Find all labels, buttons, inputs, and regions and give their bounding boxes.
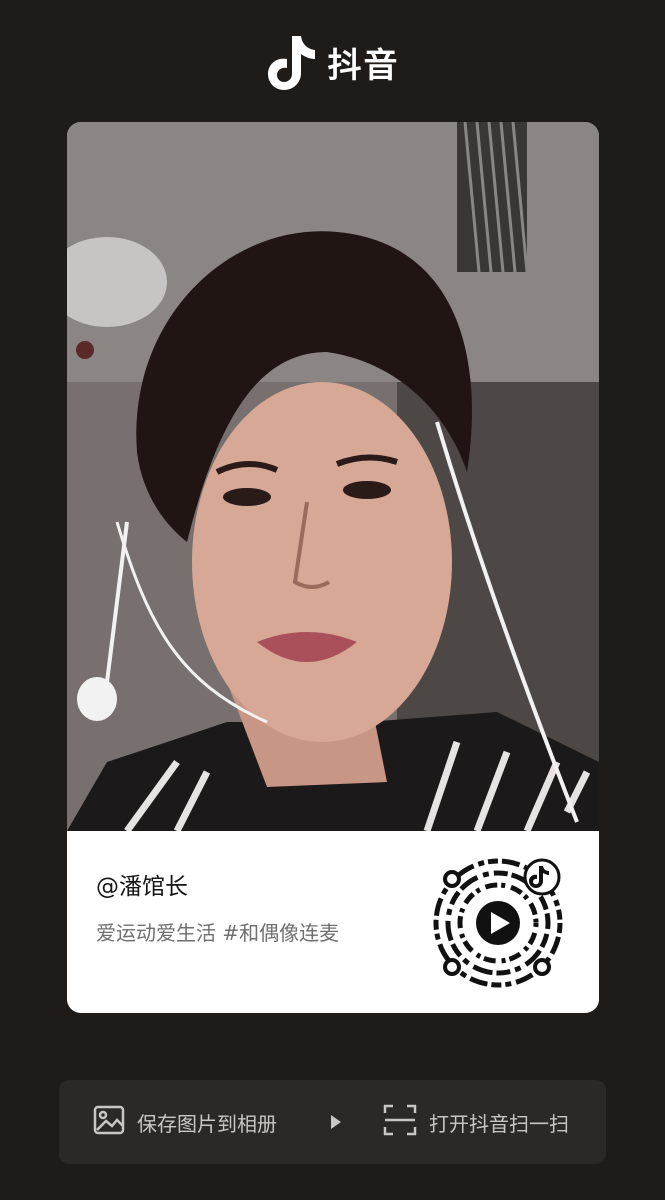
douyin-logo: 抖音 bbox=[266, 32, 400, 92]
douyin-qr-code bbox=[433, 858, 563, 988]
qr-code[interactable] bbox=[432, 857, 564, 989]
action-bar: 保存图片到相册 打开抖音扫一扫 bbox=[59, 1080, 606, 1164]
app-header: 抖音 bbox=[0, 0, 665, 120]
video-cover-image bbox=[67, 122, 599, 831]
open-scan-label: 打开抖音扫一扫 bbox=[429, 1111, 569, 1136]
douyin-note-icon bbox=[266, 32, 318, 92]
share-card[interactable]: @潘馆长 爱运动爱生活 #和偶像连麦 bbox=[67, 122, 599, 1013]
app-name: 抖音 bbox=[327, 45, 400, 86]
image-icon bbox=[93, 1104, 125, 1140]
triangle-right-icon bbox=[329, 1113, 343, 1135]
save-to-album-label: 保存图片到相册 bbox=[137, 1111, 277, 1136]
scan-icon bbox=[383, 1103, 417, 1141]
video-caption: 爱运动爱生活 #和偶像连麦 bbox=[96, 921, 340, 945]
save-to-album-button[interactable]: 保存图片到相册 bbox=[93, 1080, 277, 1164]
username: @潘馆长 bbox=[96, 874, 188, 900]
card-info: @潘馆长 爱运动爱生活 #和偶像连麦 bbox=[67, 831, 599, 1013]
open-scan-button[interactable]: 打开抖音扫一扫 bbox=[383, 1080, 569, 1164]
